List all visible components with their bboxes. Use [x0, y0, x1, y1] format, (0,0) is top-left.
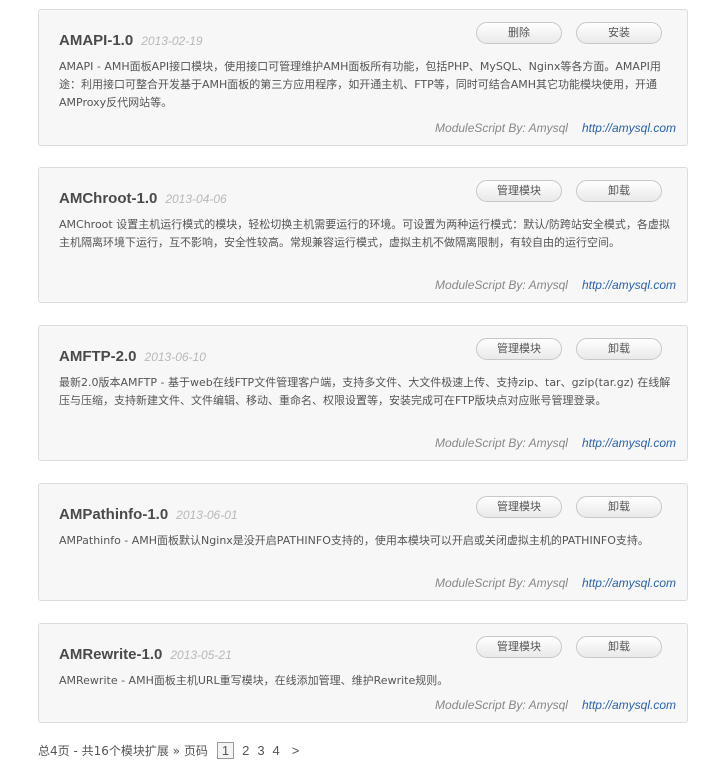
- module-list-page: AMAPI-1.0 2013-02-19 删除 安装 AMAPI - AMH面板A…: [0, 0, 703, 768]
- manage-module-button[interactable]: 管理模块: [476, 338, 562, 360]
- author-link[interactable]: http://amysql.com: [582, 698, 676, 712]
- module-date: 2013-02-19: [141, 34, 203, 48]
- page-link-2[interactable]: 2: [242, 743, 249, 758]
- module-title: AMFTP-2.0 2013-06-10: [59, 348, 206, 365]
- manage-module-button[interactable]: 管理模块: [476, 496, 562, 518]
- uninstall-button[interactable]: 卸载: [576, 636, 662, 658]
- install-button[interactable]: 安装: [576, 22, 662, 44]
- uninstall-button[interactable]: 卸载: [576, 496, 662, 518]
- module-title: AMPathinfo-1.0 2013-06-01: [59, 506, 238, 523]
- module-description: AMRewrite - AMH面板主机URL重写模块，在线添加管理、维护Rewr…: [59, 674, 449, 687]
- module-description: AMPathinfo - AMH面板默认Nginx是没开启PATHINFO支持的…: [59, 534, 649, 547]
- module-meta: ModuleScript By: Amysql http://amysql.com: [435, 121, 676, 135]
- pagination-summary: 总4页 - 共16个模块扩展 » 页码: [38, 744, 208, 758]
- module-date: 2013-04-06: [165, 192, 227, 206]
- module-title: AMAPI-1.0 2013-02-19: [59, 32, 203, 49]
- author-link[interactable]: http://amysql.com: [582, 278, 676, 292]
- module-title: AMRewrite-1.0 2013-05-21: [59, 646, 232, 663]
- uninstall-button[interactable]: 卸载: [576, 338, 662, 360]
- module-title: AMChroot-1.0 2013-04-06: [59, 190, 227, 207]
- module-card-amapi: AMAPI-1.0 2013-02-19 删除 安装 AMAPI - AMH面板A…: [38, 9, 688, 146]
- module-author: ModuleScript By: Amysql: [435, 576, 568, 590]
- module-date: 2013-06-10: [144, 350, 206, 364]
- pagination: 总4页 - 共16个模块扩展 » 页码 1 2 3 4 >: [38, 742, 299, 759]
- uninstall-button[interactable]: 卸载: [576, 180, 662, 202]
- delete-button[interactable]: 删除: [476, 22, 562, 44]
- module-description: 最新2.0版本AMFTP - 基于web在线FTP文件管理客户端，支持多文件、大…: [59, 376, 671, 407]
- module-description: AMAPI - AMH面板API接口模块，使用接口可管理维护AMH面板所有功能，…: [59, 60, 661, 109]
- page-link-4[interactable]: 4: [273, 743, 280, 758]
- module-card-amchroot: AMChroot-1.0 2013-04-06 管理模块 卸载 AMChroot …: [38, 167, 688, 303]
- module-card-amftp: AMFTP-2.0 2013-06-10 管理模块 卸载 最新2.0版本AMFTP…: [38, 325, 688, 461]
- module-date: 2013-06-01: [176, 508, 238, 522]
- manage-module-button[interactable]: 管理模块: [476, 636, 562, 658]
- module-author: ModuleScript By: Amysql: [435, 698, 568, 712]
- module-meta: ModuleScript By: Amysql http://amysql.com: [435, 698, 676, 712]
- module-description: AMChroot 设置主机运行模式的模块，轻松切换主机需要运行的环境。可设置为两…: [59, 218, 670, 249]
- module-author: ModuleScript By: Amysql: [435, 278, 568, 292]
- module-date: 2013-05-21: [170, 648, 232, 662]
- module-card-ampathinfo: AMPathinfo-1.0 2013-06-01 管理模块 卸载 AMPathi…: [38, 483, 688, 601]
- module-card-amrewrite: AMRewrite-1.0 2013-05-21 管理模块 卸载 AMRewrit…: [38, 623, 688, 723]
- author-link[interactable]: http://amysql.com: [582, 576, 676, 590]
- module-author: ModuleScript By: Amysql: [435, 121, 568, 135]
- page-link-3[interactable]: 3: [257, 743, 264, 758]
- module-author: ModuleScript By: Amysql: [435, 436, 568, 450]
- next-page-link[interactable]: >: [292, 743, 300, 758]
- page-current-1[interactable]: 1: [216, 742, 235, 759]
- module-meta: ModuleScript By: Amysql http://amysql.com: [435, 278, 676, 292]
- manage-module-button[interactable]: 管理模块: [476, 180, 562, 202]
- module-meta: ModuleScript By: Amysql http://amysql.com: [435, 436, 676, 450]
- author-link[interactable]: http://amysql.com: [582, 436, 676, 450]
- module-meta: ModuleScript By: Amysql http://amysql.com: [435, 576, 676, 590]
- author-link[interactable]: http://amysql.com: [582, 121, 676, 135]
